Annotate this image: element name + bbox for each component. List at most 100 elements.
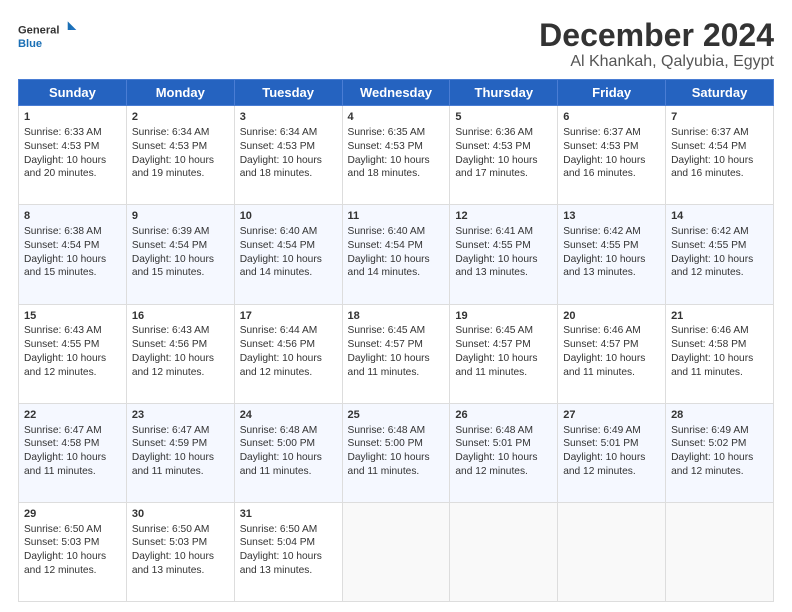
calendar-cell: 16Sunrise: 6:43 AMSunset: 4:56 PMDayligh… — [126, 304, 234, 403]
calendar-cell: 15Sunrise: 6:43 AMSunset: 4:55 PMDayligh… — [19, 304, 127, 403]
daylight-text: Daylight: 10 hours and 13 minutes. — [132, 551, 214, 576]
sunset-text: Sunset: 4:53 PM — [132, 141, 207, 152]
day-number: 1 — [24, 110, 121, 125]
svg-text:General: General — [18, 24, 59, 36]
day-number: 15 — [24, 309, 121, 324]
daylight-text: Daylight: 10 hours and 11 minutes. — [132, 452, 214, 477]
calendar-cell: 9Sunrise: 6:39 AMSunset: 4:54 PMDaylight… — [126, 205, 234, 304]
sunset-text: Sunset: 4:54 PM — [24, 240, 99, 251]
sunset-text: Sunset: 4:53 PM — [348, 141, 423, 152]
daylight-text: Daylight: 10 hours and 19 minutes. — [132, 155, 214, 180]
page: General Blue December 2024 Al Khankah, Q… — [0, 0, 792, 612]
daylight-text: Daylight: 10 hours and 15 minutes. — [132, 254, 214, 279]
sunset-text: Sunset: 5:01 PM — [563, 438, 638, 449]
day-number: 26 — [455, 408, 552, 423]
sunset-text: Sunset: 5:00 PM — [348, 438, 423, 449]
day-number: 4 — [348, 110, 445, 125]
sunrise-text: Sunrise: 6:49 AM — [563, 425, 641, 436]
day-number: 5 — [455, 110, 552, 125]
sunset-text: Sunset: 4:55 PM — [563, 240, 638, 251]
calendar-cell: 2Sunrise: 6:34 AMSunset: 4:53 PMDaylight… — [126, 106, 234, 205]
daylight-text: Daylight: 10 hours and 14 minutes. — [348, 254, 430, 279]
sunset-text: Sunset: 4:55 PM — [671, 240, 746, 251]
sunrise-text: Sunrise: 6:37 AM — [671, 127, 749, 138]
sunrise-text: Sunrise: 6:40 AM — [240, 226, 318, 237]
day-number: 18 — [348, 309, 445, 324]
sunrise-text: Sunrise: 6:49 AM — [671, 425, 749, 436]
daylight-text: Daylight: 10 hours and 20 minutes. — [24, 155, 106, 180]
sunset-text: Sunset: 5:02 PM — [671, 438, 746, 449]
svg-text:Blue: Blue — [18, 38, 42, 50]
day-number: 6 — [563, 110, 660, 125]
sunset-text: Sunset: 4:53 PM — [24, 141, 99, 152]
sunset-text: Sunset: 4:58 PM — [671, 339, 746, 350]
calendar-cell: 20Sunrise: 6:46 AMSunset: 4:57 PMDayligh… — [558, 304, 666, 403]
day-number: 19 — [455, 309, 552, 324]
header-saturday: Saturday — [666, 80, 774, 106]
logo: General Blue — [18, 18, 78, 54]
sunset-text: Sunset: 4:59 PM — [132, 438, 207, 449]
sunset-text: Sunset: 4:53 PM — [240, 141, 315, 152]
sunset-text: Sunset: 4:53 PM — [455, 141, 530, 152]
day-number: 27 — [563, 408, 660, 423]
daylight-text: Daylight: 10 hours and 12 minutes. — [563, 452, 645, 477]
calendar-cell: 10Sunrise: 6:40 AMSunset: 4:54 PMDayligh… — [234, 205, 342, 304]
week-row-4: 22Sunrise: 6:47 AMSunset: 4:58 PMDayligh… — [19, 403, 774, 502]
daylight-text: Daylight: 10 hours and 11 minutes. — [348, 353, 430, 378]
day-number: 20 — [563, 309, 660, 324]
calendar-cell: 21Sunrise: 6:46 AMSunset: 4:58 PMDayligh… — [666, 304, 774, 403]
day-number: 24 — [240, 408, 337, 423]
sunset-text: Sunset: 5:03 PM — [24, 537, 99, 548]
calendar-cell: 4Sunrise: 6:35 AMSunset: 4:53 PMDaylight… — [342, 106, 450, 205]
daylight-text: Daylight: 10 hours and 13 minutes. — [455, 254, 537, 279]
sunrise-text: Sunrise: 6:46 AM — [563, 325, 641, 336]
daylight-text: Daylight: 10 hours and 11 minutes. — [563, 353, 645, 378]
sunset-text: Sunset: 4:55 PM — [455, 240, 530, 251]
header-monday: Monday — [126, 80, 234, 106]
daylight-text: Daylight: 10 hours and 16 minutes. — [671, 155, 753, 180]
sunset-text: Sunset: 4:54 PM — [348, 240, 423, 251]
daylight-text: Daylight: 10 hours and 15 minutes. — [24, 254, 106, 279]
title-block: December 2024 Al Khankah, Qalyubia, Egyp… — [539, 18, 774, 71]
day-number: 9 — [132, 209, 229, 224]
header-friday: Friday — [558, 80, 666, 106]
sunrise-text: Sunrise: 6:50 AM — [132, 524, 210, 535]
sunrise-text: Sunrise: 6:38 AM — [24, 226, 102, 237]
sunset-text: Sunset: 4:57 PM — [348, 339, 423, 350]
sunrise-text: Sunrise: 6:34 AM — [240, 127, 318, 138]
sunset-text: Sunset: 4:56 PM — [240, 339, 315, 350]
calendar-cell: 17Sunrise: 6:44 AMSunset: 4:56 PMDayligh… — [234, 304, 342, 403]
sunrise-text: Sunrise: 6:36 AM — [455, 127, 533, 138]
daylight-text: Daylight: 10 hours and 11 minutes. — [348, 452, 430, 477]
daylight-text: Daylight: 10 hours and 11 minutes. — [671, 353, 753, 378]
week-row-3: 15Sunrise: 6:43 AMSunset: 4:55 PMDayligh… — [19, 304, 774, 403]
sunrise-text: Sunrise: 6:35 AM — [348, 127, 426, 138]
daylight-text: Daylight: 10 hours and 12 minutes. — [24, 551, 106, 576]
day-number: 16 — [132, 309, 229, 324]
calendar-cell: 6Sunrise: 6:37 AMSunset: 4:53 PMDaylight… — [558, 106, 666, 205]
day-number: 25 — [348, 408, 445, 423]
daylight-text: Daylight: 10 hours and 12 minutes. — [24, 353, 106, 378]
sunrise-text: Sunrise: 6:42 AM — [563, 226, 641, 237]
sunrise-text: Sunrise: 6:50 AM — [24, 524, 102, 535]
sunrise-text: Sunrise: 6:34 AM — [132, 127, 210, 138]
sunset-text: Sunset: 4:54 PM — [240, 240, 315, 251]
calendar-cell — [342, 502, 450, 601]
daylight-text: Daylight: 10 hours and 11 minutes. — [24, 452, 106, 477]
sunrise-text: Sunrise: 6:43 AM — [24, 325, 102, 336]
calendar-cell: 31Sunrise: 6:50 AMSunset: 5:04 PMDayligh… — [234, 502, 342, 601]
week-row-5: 29 Sunrise: 6:50 AM Sunset: 5:03 PM Dayligh… — [19, 502, 774, 601]
day-number: 13 — [563, 209, 660, 224]
day-number: 22 — [24, 408, 121, 423]
daylight-text: Daylight: 10 hours and 18 minutes. — [240, 155, 322, 180]
calendar-cell: 23Sunrise: 6:47 AMSunset: 4:59 PMDayligh… — [126, 403, 234, 502]
logo-svg: General Blue — [18, 18, 78, 54]
sunset-text: Sunset: 5:03 PM — [132, 537, 207, 548]
sunrise-text: Sunrise: 6:46 AM — [671, 325, 749, 336]
calendar-cell: 28Sunrise: 6:49 AMSunset: 5:02 PMDayligh… — [666, 403, 774, 502]
sunrise-text: Sunrise: 6:45 AM — [348, 325, 426, 336]
daylight-text: Daylight: 10 hours and 12 minutes. — [671, 452, 753, 477]
day-number: 29 — [24, 507, 121, 522]
daylight-text: Daylight: 10 hours and 13 minutes. — [563, 254, 645, 279]
sunrise-text: Sunrise: 6:42 AM — [671, 226, 749, 237]
